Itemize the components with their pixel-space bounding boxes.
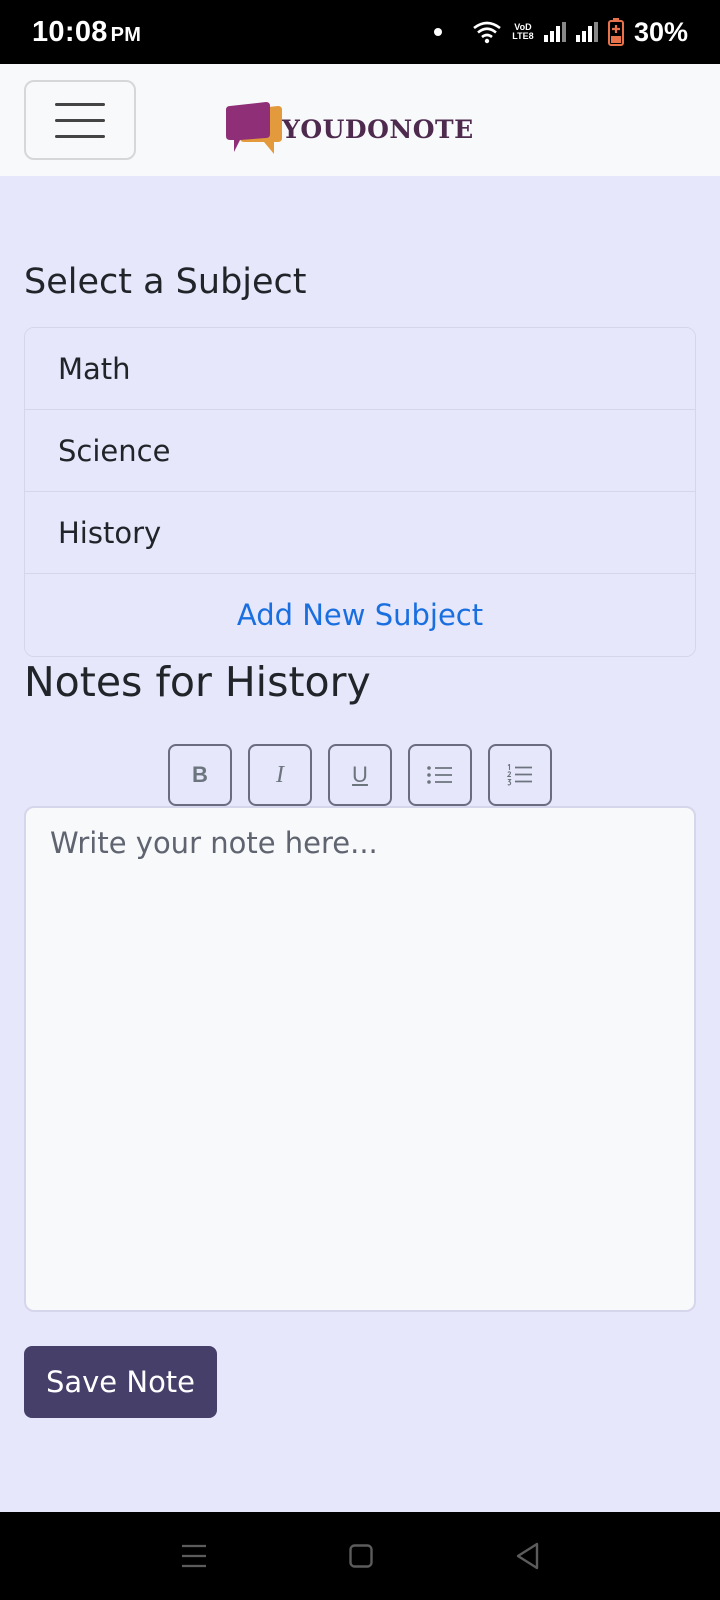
- underline-button[interactable]: U: [328, 744, 392, 806]
- status-icons: VoD LTE8 30%: [433, 16, 688, 48]
- note-textarea[interactable]: [24, 806, 696, 1312]
- time-ampm: PM: [110, 23, 142, 46]
- subject-item-math[interactable]: Math: [25, 328, 695, 410]
- subject-item-history[interactable]: History: [25, 492, 695, 574]
- brand-link[interactable]: YOUDONOTE: [226, 100, 474, 158]
- time-text: 10:08: [32, 15, 108, 48]
- italic-button[interactable]: I: [248, 744, 312, 806]
- save-note-button[interactable]: Save Note: [24, 1346, 217, 1418]
- select-subject-heading: Select a Subject: [24, 262, 307, 302]
- brand-name: YOUDONOTE: [282, 114, 474, 144]
- brand-logo-icon: [226, 102, 282, 154]
- bullet-list-button[interactable]: [408, 744, 472, 806]
- status-bar: 10:08 PM VoD LTE8 30%: [0, 0, 720, 64]
- bold-button[interactable]: B: [168, 744, 232, 806]
- bullet-list-icon: [427, 766, 452, 784]
- volte-icon: VoD LTE8: [512, 23, 534, 41]
- battery-charging-icon: [607, 18, 624, 46]
- hamburger-line: [55, 134, 105, 138]
- menu-toggle-button[interactable]: [24, 80, 136, 160]
- format-toolbar: B I U: [168, 744, 552, 806]
- subject-list: Math Science History Add New Subject: [24, 327, 696, 657]
- add-subject-button[interactable]: Add New Subject: [25, 574, 695, 656]
- subject-item-science[interactable]: Science: [25, 410, 695, 492]
- signal-icon-sim2: [575, 22, 598, 42]
- numbered-list-icon: [507, 764, 532, 786]
- hamburger-line: [55, 102, 105, 106]
- volte-line2: LTE8: [512, 31, 534, 41]
- system-nav-bar: [0, 1512, 720, 1600]
- signal-icon-sim1: [543, 22, 566, 42]
- back-icon[interactable]: [515, 1542, 539, 1570]
- hamburger-line: [55, 118, 105, 122]
- status-time: 10:08 PM: [32, 16, 141, 49]
- recent-apps-icon[interactable]: [181, 1544, 207, 1568]
- wifi-icon: [473, 21, 501, 44]
- battery-percent: 30%: [633, 16, 688, 47]
- notes-heading: Notes for History: [24, 658, 371, 706]
- notification-dot-icon: [433, 28, 442, 36]
- numbered-list-button[interactable]: [488, 744, 552, 806]
- home-icon[interactable]: [349, 1544, 373, 1568]
- app-navbar: YOUDONOTE: [0, 64, 720, 176]
